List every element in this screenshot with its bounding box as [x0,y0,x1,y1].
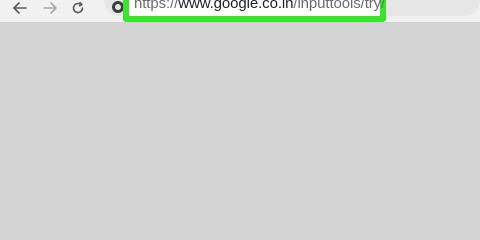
url-domain: www.google.co.in [178,0,294,12]
browser-toolbar: https://www.google.co.in/inputtools/try/ [0,0,480,23]
arrow-left-icon [13,2,27,14]
url-path: /inputtools/try/ [293,0,386,12]
url-field[interactable]: https://www.google.co.in/inputtools/try/ [134,0,385,14]
url-scheme: https:// [134,0,179,12]
arrow-right-icon [43,2,57,14]
reload-button[interactable] [68,0,88,16]
reload-icon [72,1,84,14]
back-button[interactable] [10,0,30,16]
page-content-area [0,23,480,240]
forward-button[interactable] [40,0,60,16]
